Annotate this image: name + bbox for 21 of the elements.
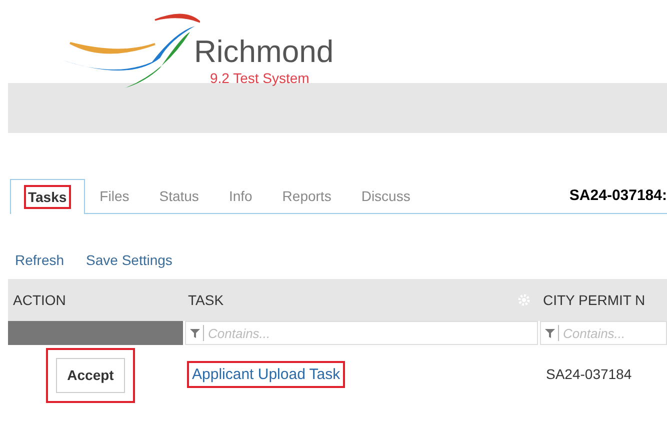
tab[interactable]: Reports xyxy=(267,179,346,213)
tab[interactable]: Status xyxy=(144,179,214,213)
tab[interactable]: Discuss xyxy=(346,179,426,213)
column-header[interactable]: TASK xyxy=(188,290,224,310)
column-header[interactable]: ACTION xyxy=(13,290,66,310)
tab[interactable]: Info xyxy=(214,179,268,213)
logo-name: Richmond xyxy=(194,34,334,70)
toolbar-link[interactable]: Save Settings xyxy=(86,250,172,271)
task-link[interactable]: Applicant Upload Task xyxy=(189,363,344,386)
table-cell: SA24-037184 xyxy=(546,366,632,382)
column-header[interactable]: CITY PERMIT N xyxy=(543,290,646,310)
record-title: SA24-037184: xyxy=(568,186,667,206)
funnel-icon[interactable] xyxy=(545,328,555,338)
filter-field[interactable]: Contains... xyxy=(540,321,667,345)
toolbar-link[interactable]: Refresh xyxy=(15,250,64,271)
funnel-icon[interactable] xyxy=(190,328,200,338)
accept-button[interactable]: Accept xyxy=(56,358,125,392)
logo-subtitle: 9.2 Test System xyxy=(210,70,310,86)
filter-field[interactable]: Contains... xyxy=(185,321,538,345)
tab[interactable]: Tasks xyxy=(10,179,85,214)
tab[interactable]: Files xyxy=(84,179,144,213)
